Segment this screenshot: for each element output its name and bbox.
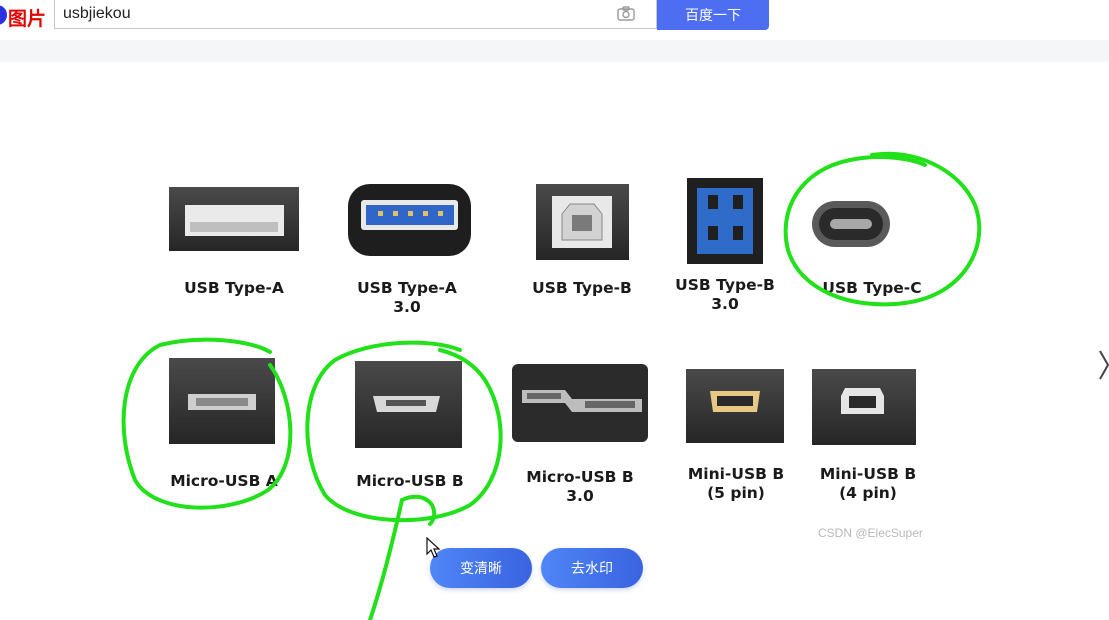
label-usb-type-b-3: USB Type-B 3.0 <box>675 276 775 313</box>
usb-type-a-3-port <box>348 184 471 256</box>
label-micro-usb-a: Micro-USB A <box>170 472 278 490</box>
label-usb-type-a-3: USB Type-A 3.0 <box>357 279 457 316</box>
label-micro-usb-b: Micro-USB B <box>356 472 464 490</box>
micro-usb-b-3-port <box>512 364 648 442</box>
usb-type-b-3-port <box>687 178 763 264</box>
chevron-right-icon[interactable] <box>1096 345 1109 385</box>
label-usb-type-a: USB Type-A <box>184 279 284 297</box>
label-mini-usb-b-4pin: Mini-USB B (4 pin) <box>819 465 917 502</box>
image-watermark: CSDN @ElecSuper <box>818 526 923 540</box>
mini-usb-b-5pin-port <box>686 369 784 443</box>
connector-image <box>169 178 916 448</box>
remove-watermark-button[interactable]: 去水印 <box>541 548 643 588</box>
label-micro-usb-b-3: Micro-USB B 3.0 <box>526 468 634 505</box>
label-usb-type-b: USB Type-B <box>532 279 632 297</box>
label-usb-type-c: USB Type-C <box>822 279 922 297</box>
usb-type-b-port <box>536 184 629 260</box>
micro-usb-b-port <box>355 361 462 448</box>
usb-type-c-port <box>812 201 890 247</box>
micro-usb-a-port <box>169 358 275 444</box>
label-mini-usb-b-5pin: Mini-USB B (5 pin) <box>687 465 785 502</box>
mouse-cursor-icon <box>426 537 440 558</box>
usb-type-a-port <box>169 187 299 251</box>
mini-usb-b-4pin-port <box>812 369 916 445</box>
enhance-button[interactable]: 变清晰 <box>430 548 532 588</box>
